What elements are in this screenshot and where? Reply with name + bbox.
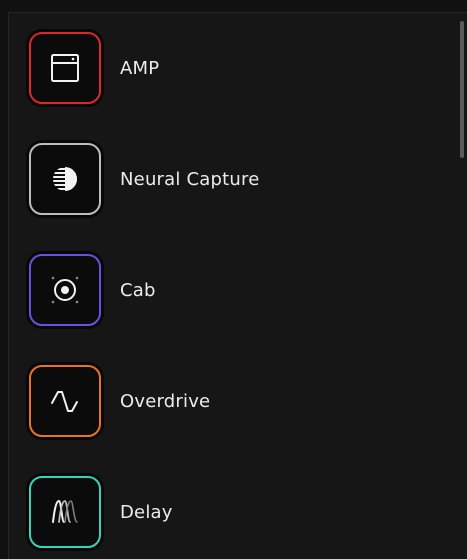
block-tile-overdrive[interactable]	[26, 362, 104, 440]
block-item-neural-capture[interactable]: Neural Capture	[26, 140, 426, 218]
cab-speaker-icon	[51, 276, 79, 304]
block-tile-neural-capture[interactable]	[26, 140, 104, 218]
block-label-delay: Delay	[120, 501, 173, 523]
delay-icon-frame	[29, 476, 101, 548]
amp-icon-frame	[29, 32, 101, 104]
block-tile-cab[interactable]	[26, 251, 104, 329]
block-list: AMP Neural Capture Cab Overdrive Delay	[9, 13, 467, 559]
overdrive-wave-icon	[51, 391, 78, 412]
cab-icon-frame	[29, 254, 101, 326]
block-item-delay[interactable]: Delay	[26, 473, 426, 551]
neural-capture-icon-frame	[29, 143, 101, 215]
delay-wave-icon	[52, 499, 78, 523]
block-item-cab[interactable]: Cab	[26, 251, 426, 329]
overdrive-icon-frame	[29, 365, 101, 437]
block-label-overdrive: Overdrive	[120, 390, 211, 412]
block-label-neural-capture: Neural Capture	[120, 168, 260, 190]
block-list-panel: AMP Neural Capture Cab Overdrive Delay	[8, 12, 467, 559]
amp-icon	[51, 54, 79, 82]
block-tile-amp[interactable]	[26, 29, 104, 107]
block-item-overdrive[interactable]: Overdrive	[26, 362, 426, 440]
block-label-amp: AMP	[120, 57, 160, 79]
neural-capture-icon	[53, 167, 77, 191]
scrollbar-thumb[interactable]	[460, 21, 464, 158]
block-item-amp[interactable]: AMP	[26, 29, 426, 107]
block-label-cab: Cab	[120, 279, 156, 301]
block-tile-delay[interactable]	[26, 473, 104, 551]
